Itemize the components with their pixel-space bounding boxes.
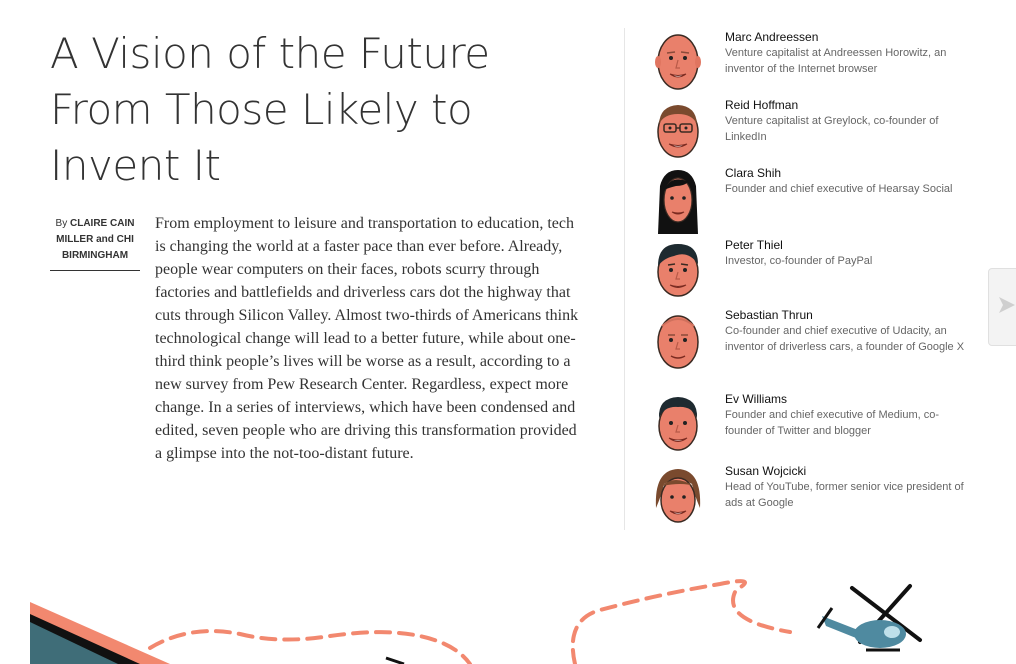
person-name: Clara Shih — [725, 166, 782, 180]
person-clara-shih[interactable]: Clara Shih Founder and chief executive o… — [650, 166, 970, 234]
reid-hoffman-portrait-icon — [657, 105, 699, 158]
clara-shih-portrait-icon — [658, 170, 698, 234]
person-role: Venture capitalist at Andreessen Horowit… — [725, 47, 947, 75]
person-name: Susan Wojcicki — [725, 464, 807, 478]
byline-authors: CLAIRE CAIN MILLER and CHI BIRMINGHAM — [56, 218, 135, 261]
dashed-flight-path-2 — [570, 579, 792, 664]
chevron-right-icon — [999, 297, 1015, 313]
person-peter-thiel[interactable]: Peter Thiel Investor, co-founder of PayP… — [650, 238, 970, 298]
coral-stripe-shape — [30, 602, 170, 664]
person-name: Sebastian Thrun — [725, 308, 813, 322]
person-reid-hoffman[interactable]: Reid Hoffman Venture capitalist at Greyl… — [650, 98, 970, 158]
next-article-button[interactable] — [988, 268, 1016, 346]
byline-prefix: By — [55, 218, 68, 229]
person-sebastian-thrun[interactable]: Sebastian Thrun Co-founder and chief exe… — [650, 308, 970, 369]
susan-wojcicki-portrait-icon — [655, 469, 701, 523]
marc-andreessen-portrait-icon — [655, 34, 701, 90]
peter-thiel-portrait-icon — [657, 244, 699, 297]
person-role: Founder and chief executive of Medium, c… — [725, 409, 940, 437]
helicopter-icon — [816, 584, 922, 652]
article-headline: A Vision of the Future From Those Likely… — [50, 29, 490, 190]
person-ev-williams[interactable]: Ev Williams Founder and chief executive … — [650, 392, 970, 452]
person-role: Co-founder and chief executive of Udacit… — [725, 325, 965, 353]
dashed-flight-path — [148, 629, 472, 664]
article-summary: From employment to leisure and transport… — [155, 215, 579, 462]
dark-mark — [385, 656, 405, 664]
person-name: Reid Hoffman — [725, 98, 799, 112]
person-susan-wojcicki[interactable]: Susan Wojcicki Head of YouTube, former s… — [650, 464, 970, 524]
column-divider — [624, 28, 625, 530]
decorative-illustration — [30, 579, 922, 664]
person-role: Investor, co-founder of PayPal — [725, 255, 873, 267]
person-name: Ev Williams — [725, 392, 787, 406]
person-name: Peter Thiel — [725, 238, 783, 252]
byline: By CLAIRE CAIN MILLER and CHI BIRMINGHAM — [50, 216, 140, 271]
sebastian-thrun-portrait-icon — [657, 315, 699, 369]
person-role: Founder and chief executive of Hearsay S… — [725, 183, 953, 195]
person-name: Marc Andreessen — [725, 30, 819, 44]
person-marc-andreessen[interactable]: Marc Andreessen Venture capitalist at An… — [650, 30, 970, 90]
person-role: Venture capitalist at Greylock, co-found… — [725, 115, 939, 143]
person-role: Head of YouTube, former senior vice pres… — [725, 481, 964, 509]
ev-williams-portrait-icon — [658, 397, 698, 451]
